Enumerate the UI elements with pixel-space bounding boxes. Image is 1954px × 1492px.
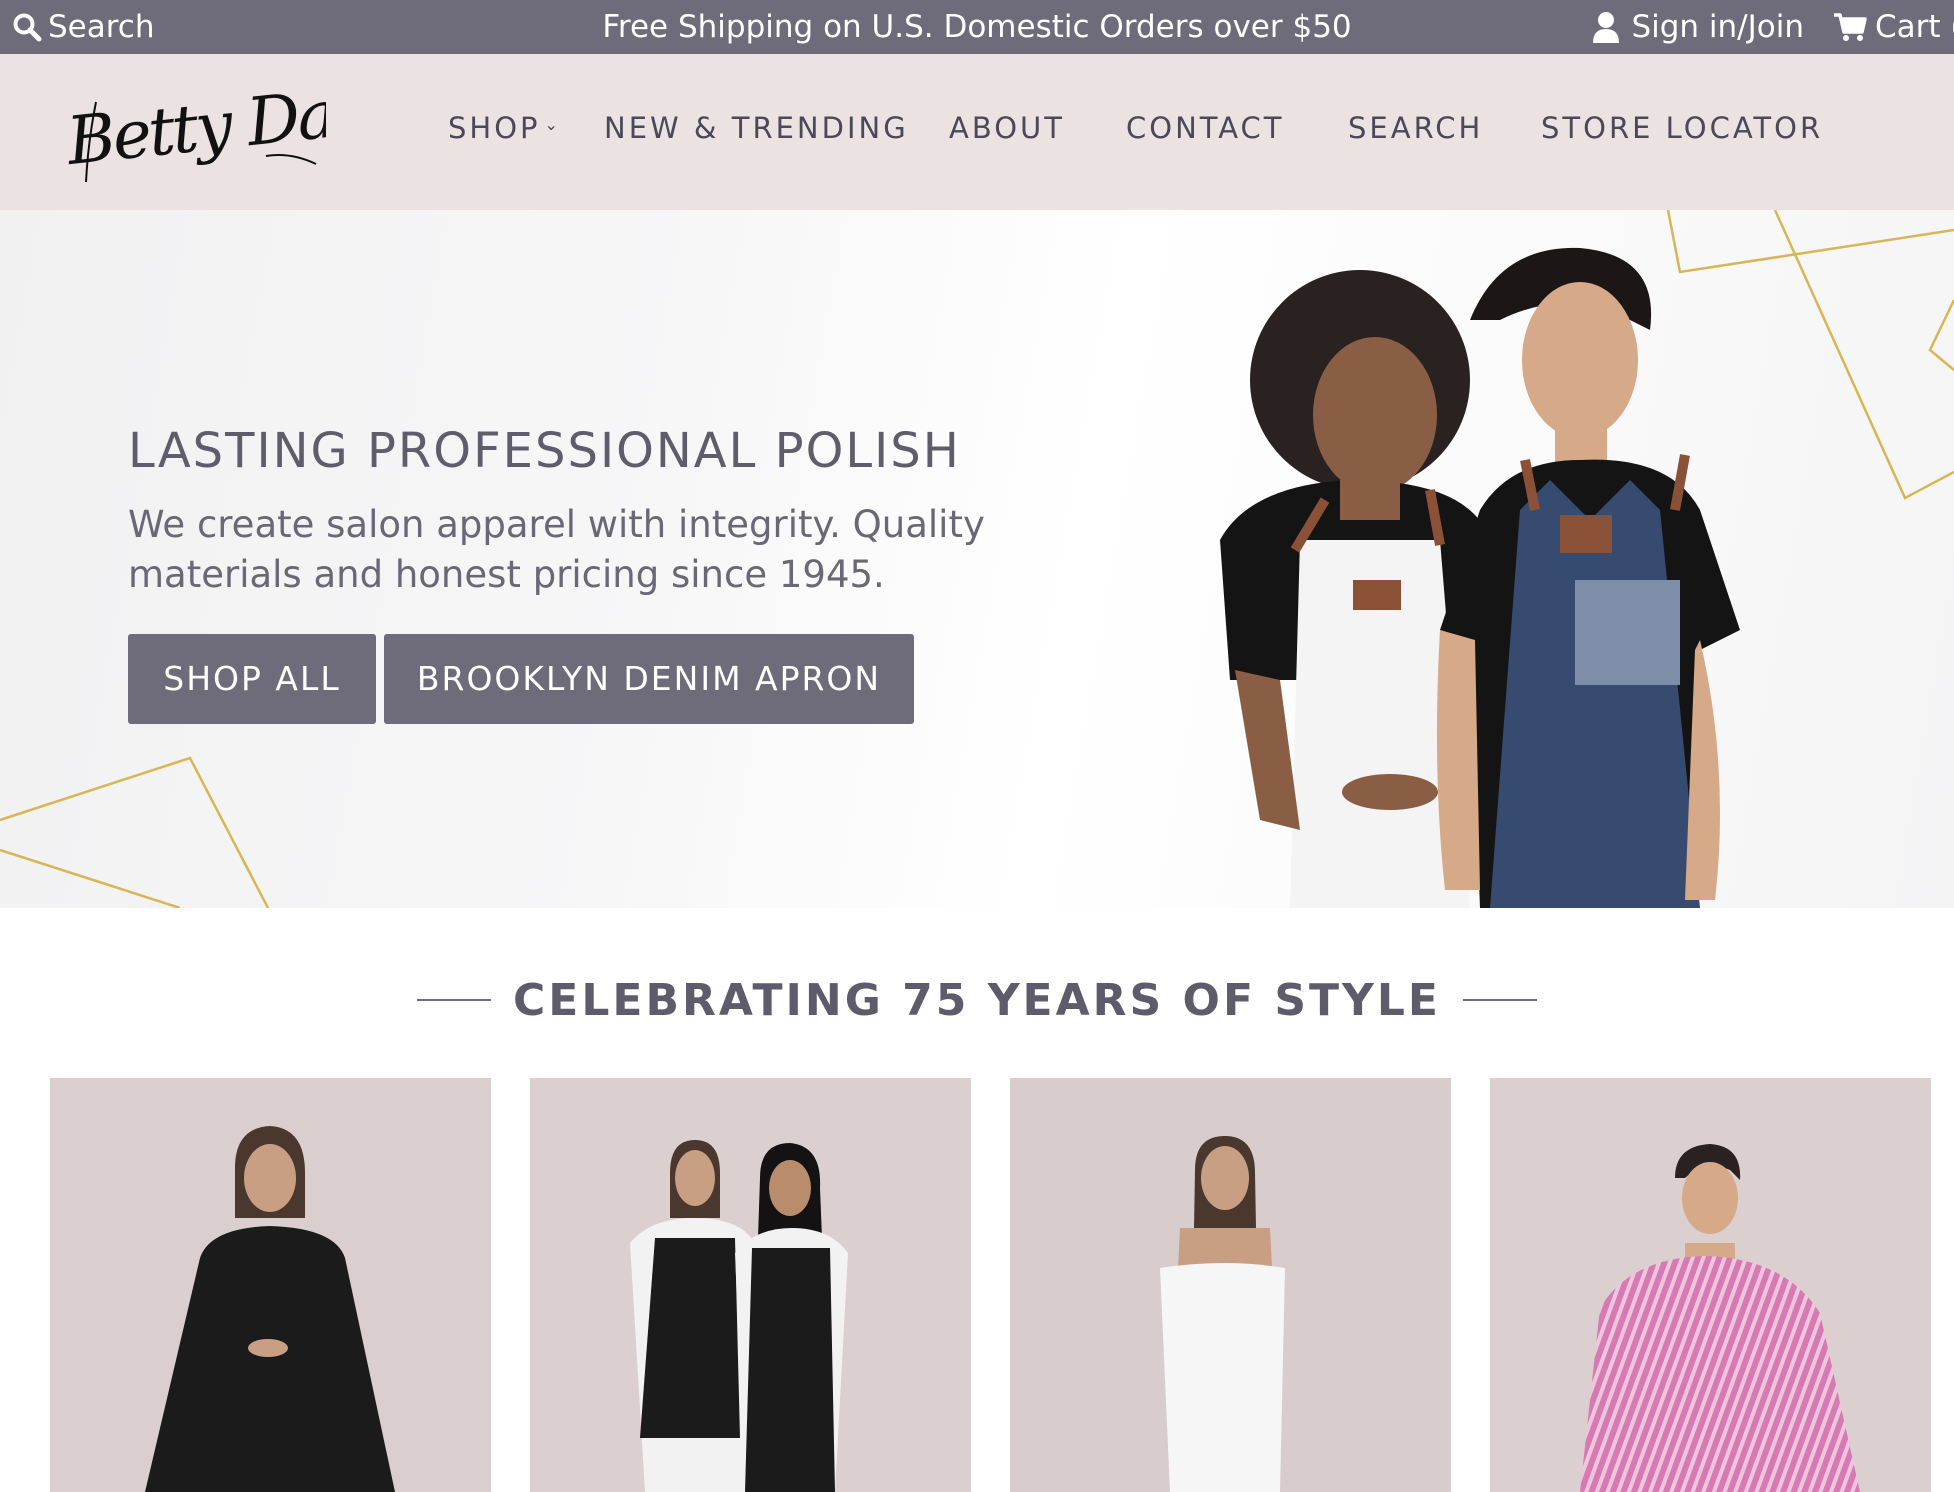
hero-subtitle: We create salon apparel with integrity. … (128, 503, 985, 596)
top-search-link[interactable]: Search (12, 6, 155, 48)
product-card-black-vests[interactable] (530, 1078, 971, 1492)
cart-icon (1834, 13, 1867, 41)
user-icon (1593, 12, 1620, 43)
hero-title: LASTING PROFESSIONAL POLISH (128, 423, 961, 479)
sign-in-label: Sign in/Join (1631, 9, 1804, 45)
section-heading: CELEBRATING 75 YEARS OF STYLE (0, 965, 1954, 1035)
nav-store-locator[interactable]: STORE LOCATOR (1541, 106, 1823, 150)
nav-shop[interactable]: SHOP ⌄ (448, 106, 561, 150)
brooklyn-denim-apron-button[interactable]: BROOKLYN DENIM APRON (384, 634, 914, 724)
hero-models-image (1220, 247, 1740, 908)
nav-search[interactable]: SEARCH (1348, 106, 1483, 150)
cart-label: Cart ( (1875, 9, 1954, 45)
top-search-label: Search (48, 9, 155, 45)
cart-link[interactable]: Cart ( (1833, 6, 1954, 48)
heading-rule-left (417, 999, 491, 1001)
nav-shop-label: SHOP (448, 111, 541, 145)
product-image-two-women-vests (530, 1078, 971, 1492)
hero-banner: LASTING PROFESSIONAL POLISH We create sa… (0, 210, 1954, 908)
logo-wordmark: Betty Dain (62, 70, 394, 183)
search-icon (13, 13, 42, 42)
betty-dain-logo[interactable]: Betty Dain (62, 70, 394, 192)
product-card-pink-cape[interactable] (1490, 1078, 1931, 1492)
logo-text: Betty Dain (66, 82, 326, 180)
announcement-bar: Search Free Shipping on U.S. Domestic Or… (0, 0, 1954, 54)
product-card-white-wrap[interactable] (1010, 1078, 1451, 1492)
nav-contact[interactable]: CONTACT (1126, 106, 1285, 150)
product-image-woman-white-wrap (1010, 1078, 1451, 1492)
nav-about[interactable]: ABOUT (949, 106, 1065, 150)
site-header: Betty Dain SHOP ⌄ NEW & TRENDING ABOUT CO… (0, 54, 1954, 210)
product-card-black-cape[interactable] (50, 1078, 491, 1492)
shop-all-button[interactable]: SHOP ALL (128, 634, 376, 724)
product-image-man-pink-cape (1490, 1078, 1931, 1492)
product-image-woman-black-cape (50, 1078, 491, 1492)
sign-in-link[interactable]: Sign in/Join (1593, 6, 1804, 48)
nav-new-trending[interactable]: NEW & TRENDING (604, 106, 909, 150)
chevron-down-icon: ⌄ (544, 115, 561, 134)
heading-rule-right (1462, 999, 1537, 1001)
section-title-text: CELEBRATING 75 YEARS OF STYLE (513, 974, 1441, 1026)
